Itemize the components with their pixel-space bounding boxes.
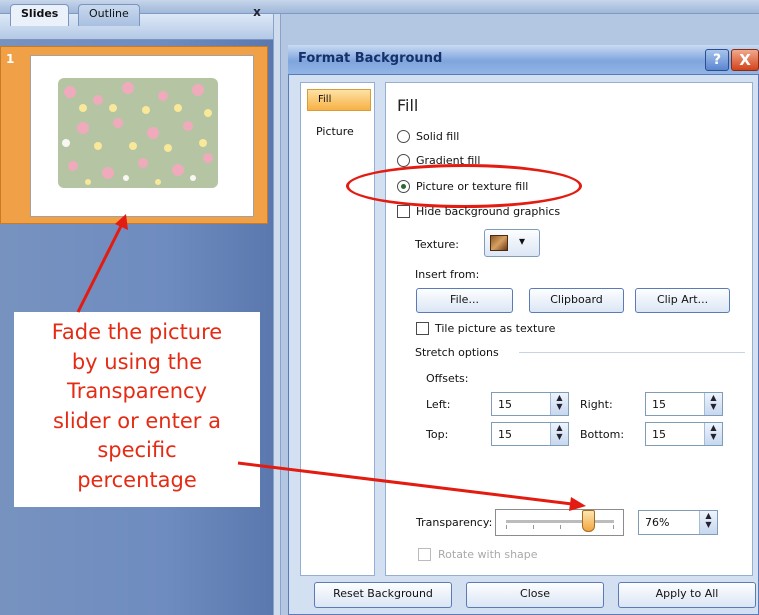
annotation-arrows — [76, 214, 586, 511]
reset-background-button[interactable]: Reset Background — [314, 582, 452, 608]
apply-to-all-button[interactable]: Apply to All — [618, 582, 756, 608]
arrow-to-thumbnail — [76, 223, 124, 313]
close-button[interactable]: Close — [466, 582, 604, 608]
arrow-to-slider — [237, 461, 573, 506]
arrow-head-icon — [569, 497, 586, 511]
